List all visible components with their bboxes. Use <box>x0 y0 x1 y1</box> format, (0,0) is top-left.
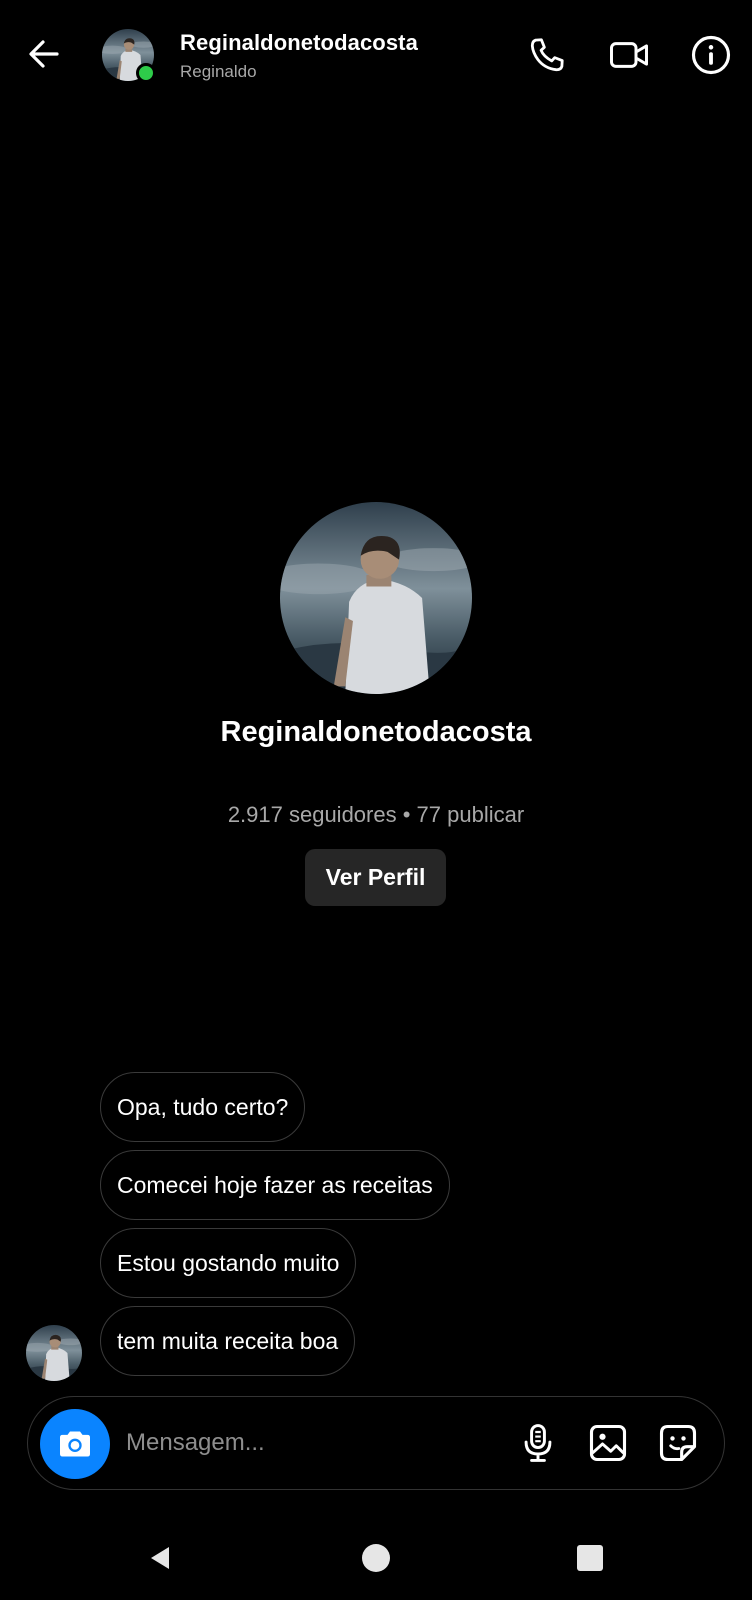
message-composer <box>27 1396 725 1490</box>
nav-back-icon[interactable] <box>136 1534 184 1582</box>
profile-username: Reginaldonetodacosta <box>220 716 532 748</box>
profile-stats: 2.917 seguidores • 77 publicar <box>227 802 525 827</box>
chat-header: Reginaldonetodacosta Reginaldo <box>0 0 752 112</box>
sticker-icon[interactable] <box>656 1421 700 1465</box>
phone-icon[interactable] <box>526 34 568 76</box>
view-profile-button[interactable]: Ver Perfil <box>305 849 446 906</box>
nav-home-icon[interactable] <box>352 1534 400 1582</box>
message-input[interactable] <box>126 1421 456 1465</box>
chat-display-name: Reginaldo <box>180 62 257 81</box>
message-bubble[interactable]: Opa, tudo certo? <box>100 1072 306 1142</box>
nav-recents-icon[interactable] <box>566 1534 614 1582</box>
profile-avatar[interactable] <box>280 502 472 694</box>
back-arrow-icon[interactable] <box>26 36 62 72</box>
camera-icon[interactable] <box>40 1409 110 1479</box>
video-camera-icon[interactable] <box>608 34 650 76</box>
microphone-icon[interactable] <box>516 1421 560 1465</box>
message-bubble[interactable]: Comecei hoje fazer as receitas <box>100 1150 450 1220</box>
online-status-indicator <box>136 63 156 83</box>
info-icon[interactable] <box>690 34 732 76</box>
message-bubble[interactable]: Estou gostando muito <box>100 1228 357 1298</box>
chat-username[interactable]: Reginaldonetodacosta <box>180 30 418 56</box>
gallery-icon[interactable] <box>586 1421 630 1465</box>
sender-avatar[interactable] <box>26 1325 82 1381</box>
message-bubble[interactable]: tem muita receita boa <box>100 1306 356 1376</box>
